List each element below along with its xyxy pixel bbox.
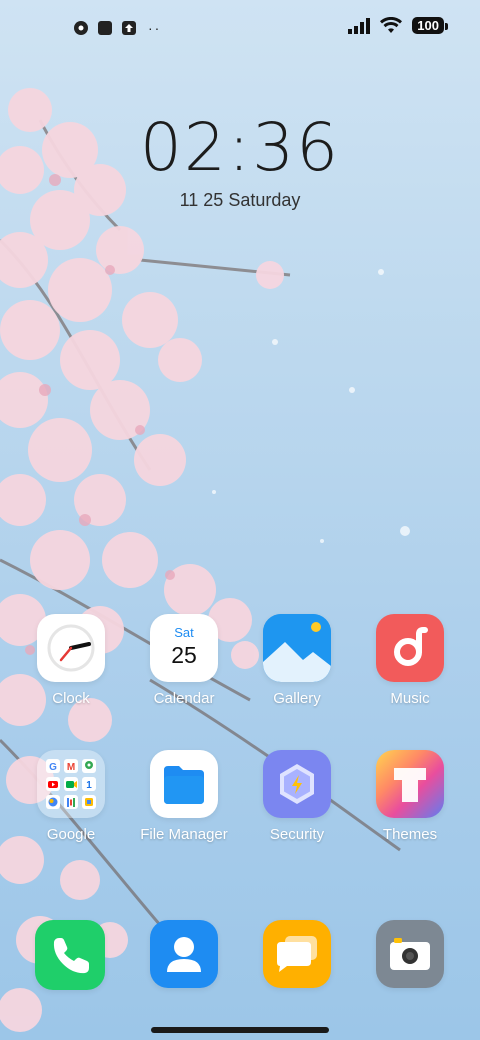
dock-contacts[interactable] bbox=[128, 920, 240, 988]
app-label: Security bbox=[269, 826, 325, 843]
dock-messages[interactable] bbox=[241, 920, 353, 988]
app-security[interactable]: Security bbox=[241, 750, 353, 843]
gallery-app-icon bbox=[263, 614, 331, 682]
app-label: Google bbox=[46, 826, 96, 843]
svg-text:G: G bbox=[49, 762, 57, 773]
app-label: File Manager bbox=[140, 826, 228, 843]
app-label: Calendar bbox=[153, 690, 215, 707]
date-display: 11 25 Saturday bbox=[179, 190, 301, 210]
app-themes[interactable]: Themes bbox=[354, 750, 466, 843]
messages-icon bbox=[263, 920, 331, 988]
signal-icon bbox=[348, 17, 371, 34]
app-label: Music bbox=[390, 690, 430, 707]
app-gallery[interactable]: Gallery bbox=[241, 614, 353, 707]
security-app-icon bbox=[263, 750, 331, 818]
status-bar: ·· 100 bbox=[0, 0, 480, 56]
dock-camera[interactable] bbox=[354, 920, 466, 988]
app-music[interactable]: Music bbox=[354, 614, 466, 707]
app-folder-google[interactable]: G M 1 Google bbox=[15, 750, 127, 843]
clock-widget[interactable]: 02:36 11 25 Saturday bbox=[0, 110, 480, 211]
battery-indicator: 100 bbox=[412, 17, 448, 34]
notification-app-icon bbox=[74, 21, 88, 35]
contacts-icon bbox=[150, 920, 218, 988]
svg-text:M: M bbox=[67, 762, 75, 773]
calendar-app-icon: Sat 25 bbox=[150, 614, 218, 682]
app-label: Themes bbox=[382, 826, 438, 843]
notification-square-icon bbox=[98, 21, 112, 35]
home-indicator[interactable] bbox=[151, 1027, 329, 1033]
app-file-manager[interactable]: File Manager bbox=[128, 750, 240, 843]
music-app-icon bbox=[376, 614, 444, 682]
app-clock[interactable]: Clock bbox=[15, 614, 127, 707]
time-display: 02:36 bbox=[139, 109, 341, 186]
clock-app-icon bbox=[37, 614, 105, 682]
app-label: Gallery bbox=[273, 690, 321, 707]
app-label: Clock bbox=[52, 690, 90, 707]
themes-app-icon bbox=[376, 750, 444, 818]
phone-icon bbox=[35, 920, 105, 990]
app-calendar[interactable]: Sat 25 Calendar bbox=[128, 614, 240, 707]
file-manager-app-icon bbox=[150, 750, 218, 818]
calendar-day: 25 bbox=[171, 642, 197, 668]
google-folder-icon: G M 1 bbox=[37, 750, 105, 818]
calendar-weekday: Sat bbox=[174, 625, 194, 640]
dock-phone[interactable] bbox=[14, 920, 126, 990]
wifi-icon bbox=[380, 17, 403, 33]
upload-icon bbox=[122, 21, 136, 35]
camera-icon bbox=[376, 920, 444, 988]
more-notifications-icon: ·· bbox=[148, 20, 162, 36]
svg-text:1: 1 bbox=[86, 780, 92, 791]
